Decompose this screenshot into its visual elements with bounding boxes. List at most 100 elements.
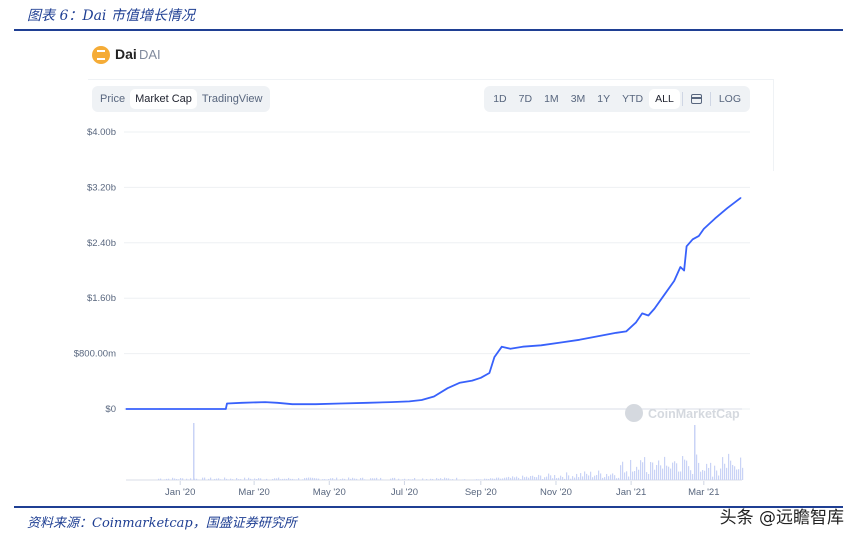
volume-bar <box>514 477 516 480</box>
volume-bar <box>370 478 372 480</box>
volume-bar <box>208 478 210 480</box>
volume-bar <box>628 476 630 480</box>
volume-bar <box>556 478 558 480</box>
volume-bar <box>392 477 394 480</box>
volume-bar <box>528 477 530 480</box>
data-point <box>480 377 482 379</box>
data-point <box>698 235 700 237</box>
volume-bar <box>272 478 274 480</box>
volume-bar <box>306 477 308 480</box>
volume-bar <box>686 460 688 480</box>
volume-bar <box>582 476 584 480</box>
volume-bar <box>670 468 672 480</box>
data-point <box>291 403 293 405</box>
volume-bar <box>440 478 442 480</box>
volume-bar <box>174 478 176 480</box>
volume-bar <box>634 470 636 480</box>
data-point <box>625 330 627 333</box>
volume-bar <box>220 479 222 480</box>
volume-bar <box>676 463 678 480</box>
volume-bar <box>486 478 488 480</box>
volume-bar <box>484 478 486 480</box>
volume-bar <box>380 477 382 480</box>
volume-bar <box>618 477 620 480</box>
volume-bar <box>288 477 290 480</box>
volume-bar <box>546 476 548 480</box>
volume-bar <box>684 459 686 480</box>
volume-bar <box>232 479 234 480</box>
volume-bar <box>246 479 248 480</box>
x-tick-label: May '20 <box>313 487 346 498</box>
volume-bar <box>266 478 268 480</box>
volume-bar <box>264 479 266 480</box>
volume-bar <box>432 478 434 480</box>
data-point <box>509 348 511 350</box>
volume-bar <box>256 478 258 480</box>
market-cap-chart: $0 $800.00m $1.60b $2.40b $3.20b $4.00b CoinM… <box>74 127 750 498</box>
data-point <box>685 245 688 247</box>
volume-bar <box>584 471 586 480</box>
volume-bar <box>332 478 334 480</box>
volume-bar <box>654 469 656 480</box>
volume-bar <box>330 478 332 480</box>
volume-bar <box>682 456 684 480</box>
volume-bar <box>436 478 438 480</box>
volume-bar <box>304 478 306 480</box>
data-point <box>366 402 369 404</box>
volume-bar <box>668 466 670 480</box>
volume-bar <box>616 478 618 480</box>
volume-bar <box>290 478 292 480</box>
data-point <box>615 332 617 334</box>
data-point <box>703 228 705 230</box>
volume-bar <box>168 478 170 480</box>
y-tick-label: $1.60b <box>87 293 116 304</box>
volume-bar <box>444 477 446 480</box>
volume-bar <box>250 478 252 480</box>
volume-bar <box>178 479 180 480</box>
volume-bar <box>710 462 712 480</box>
volume-bar <box>508 476 510 480</box>
volume-bar <box>698 462 700 480</box>
volume-bar <box>518 477 520 480</box>
volume-bar <box>390 478 392 480</box>
y-tick-label: $2.40b <box>87 238 116 249</box>
volume-bar <box>694 425 696 480</box>
volume-bar <box>598 470 600 480</box>
volume-bar <box>706 463 708 480</box>
volume-bar <box>450 479 452 480</box>
volume-bar <box>356 478 358 480</box>
volume-bar <box>712 476 714 480</box>
volume-bar <box>726 467 728 480</box>
volume-bar <box>540 475 542 480</box>
data-point <box>597 335 599 337</box>
volume-bar <box>736 469 738 480</box>
volume-bar <box>464 479 466 480</box>
volume-bar <box>590 471 592 480</box>
volume-bar <box>426 478 428 480</box>
volume-bar <box>340 479 342 480</box>
data-point <box>501 346 503 348</box>
volume-bar <box>596 474 598 480</box>
x-tick-label: Mar '21 <box>688 487 719 498</box>
volume-bar <box>562 476 564 480</box>
volume-bar <box>322 479 324 480</box>
x-axis-labels: Jan '20 Mar '20 May '20 Jul '20 Sep '20 Nov '… <box>165 481 720 498</box>
volume-bar <box>530 476 532 480</box>
volume-bar <box>738 469 740 480</box>
line-layer <box>125 197 742 410</box>
volume-bar <box>656 465 658 480</box>
volume-bar <box>512 476 514 480</box>
volume-bar <box>644 457 646 480</box>
volume-bar <box>336 477 338 480</box>
volume-bar <box>500 478 502 480</box>
volume-bar <box>224 477 226 480</box>
volume-bar <box>362 477 364 480</box>
data-point <box>560 341 562 344</box>
volume-bar <box>410 479 412 480</box>
volume-bar <box>678 471 680 480</box>
volume-bar <box>640 460 642 480</box>
volume-bar <box>182 478 184 480</box>
volume-bar <box>730 460 732 480</box>
volume-bar <box>456 477 458 480</box>
volume-bar <box>476 479 478 480</box>
